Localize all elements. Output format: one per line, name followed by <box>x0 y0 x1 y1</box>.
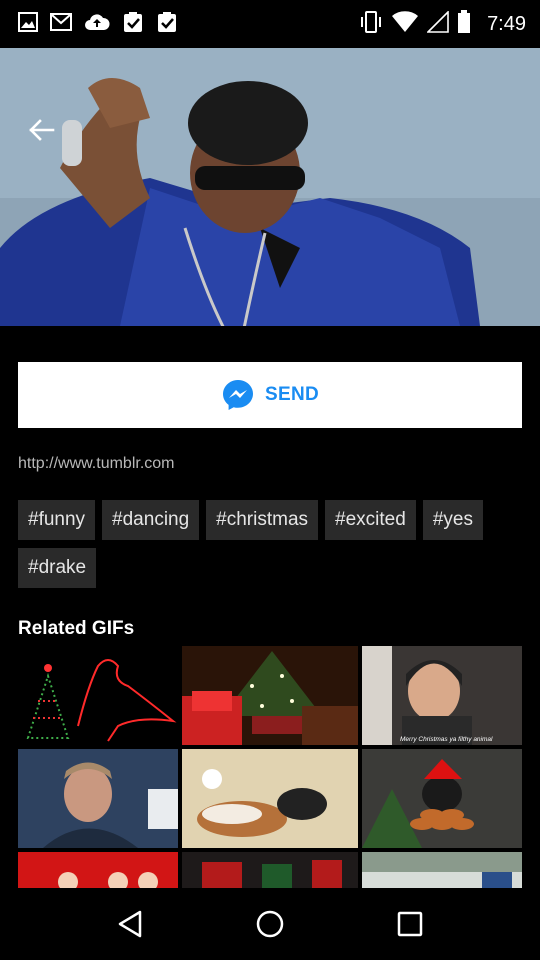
dog-cat-image <box>182 749 358 848</box>
gif-preview[interactable] <box>0 48 540 326</box>
neon-dinosaur-image <box>26 659 177 742</box>
status-bar: 7:49 <box>0 0 540 48</box>
related-gif-thumb[interactable] <box>362 852 522 888</box>
thumb-caption: Merry Christmas ya filthy animal <box>400 736 493 743</box>
square-recents-icon <box>397 911 423 937</box>
related-gifs-grid: Merry Christmas ya filthy animal <box>18 646 522 888</box>
cat-donuts-image <box>362 749 522 848</box>
related-gif-thumb[interactable] <box>182 852 358 888</box>
signal-icon <box>426 9 449 38</box>
battery-icon <box>457 9 471 39</box>
tag-chip[interactable]: #yes <box>422 500 483 540</box>
related-gif-thumb[interactable] <box>182 749 358 848</box>
related-gif-thumb[interactable] <box>18 646 178 745</box>
system-icons: 7:49 <box>359 9 526 39</box>
gif-image <box>0 48 540 326</box>
messenger-icon <box>223 380 253 410</box>
clipboard-check-icon <box>122 11 144 38</box>
related-gif-thumb[interactable] <box>362 749 522 848</box>
gmail-icon <box>50 12 72 36</box>
man-snow-image <box>18 749 178 848</box>
snow-scene-image <box>362 852 522 888</box>
related-gif-thumb[interactable] <box>18 749 178 848</box>
related-gif-thumb[interactable]: Merry Christmas ya filthy animal <box>362 646 522 745</box>
tag-chip[interactable]: #christmas <box>206 500 319 540</box>
tag-list: #funny #dancing #christmas #excited #yes… <box>18 500 528 588</box>
nav-back-button[interactable] <box>106 900 154 948</box>
kevin-image <box>362 646 522 745</box>
send-button[interactable]: SEND <box>18 362 522 428</box>
arrow-back-icon <box>29 119 55 141</box>
nav-recents-button[interactable] <box>386 900 434 948</box>
circle-home-icon <box>256 910 284 938</box>
back-button[interactable] <box>24 112 60 148</box>
related-gif-thumb[interactable] <box>18 852 178 888</box>
tag-chip[interactable]: #excited <box>325 500 416 540</box>
wifi-icon <box>391 10 419 38</box>
related-gif-thumb[interactable] <box>182 646 358 745</box>
santa-image <box>182 852 358 888</box>
navigation-bar <box>0 888 540 960</box>
status-time: 7:49 <box>487 12 526 35</box>
nav-home-button[interactable] <box>246 900 294 948</box>
band-image <box>18 852 178 888</box>
tag-chip[interactable]: #funny <box>18 500 96 540</box>
christmas-tree-image <box>182 646 358 745</box>
tag-chip[interactable]: #drake <box>18 548 97 588</box>
image-icon <box>18 11 38 37</box>
send-label: SEND <box>265 384 319 405</box>
cloud-upload-icon <box>84 12 110 37</box>
vibrate-icon <box>359 10 383 38</box>
related-gifs-heading: Related GIFs <box>18 618 135 639</box>
notification-icons <box>18 11 178 38</box>
triangle-back-icon <box>118 910 142 938</box>
tag-chip[interactable]: #dancing <box>102 500 200 540</box>
clipboard-check-icon <box>156 11 178 38</box>
source-link[interactable]: http://www.tumblr.com <box>18 455 175 473</box>
